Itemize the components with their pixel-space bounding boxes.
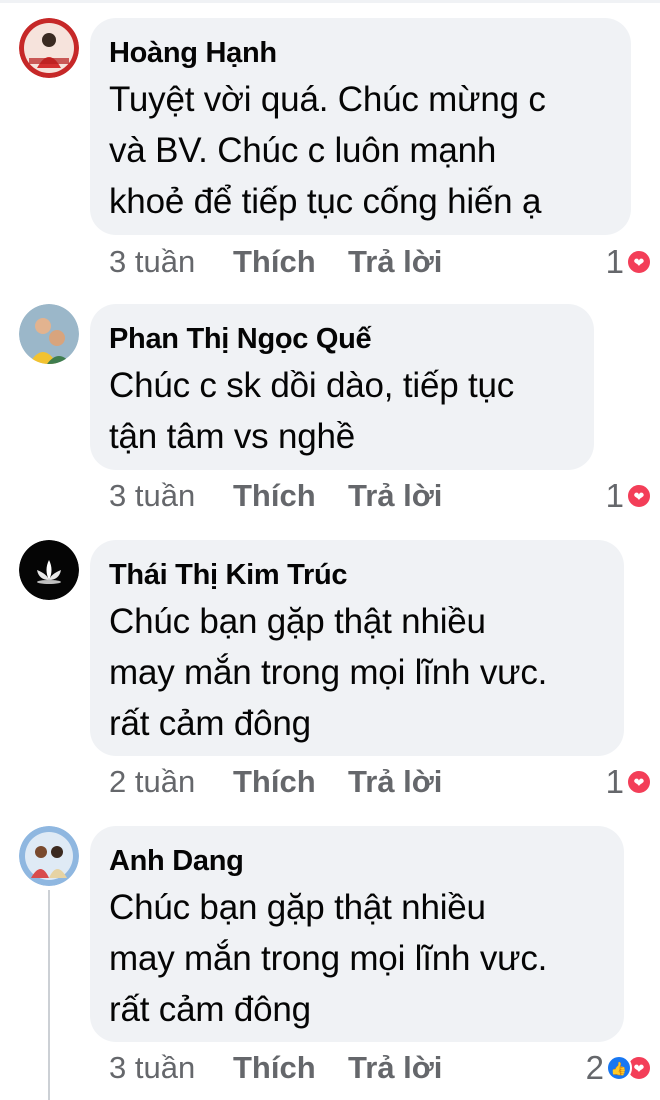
comment-bubble: Phan Thị Ngọc Quế Chúc c sk dồi dào, tiế…: [90, 304, 594, 470]
comment-actions: 3 tuần Thích Trả lời: [109, 242, 442, 282]
heart-icon: ❤: [626, 769, 652, 795]
top-divider: [0, 0, 660, 3]
heart-icon: ❤: [626, 249, 652, 275]
reaction-count: 1: [605, 763, 624, 800]
reaction-count: 1: [605, 477, 624, 514]
comment-text: Chúc bạn gặp thật nhiều may mắn trong mọ…: [109, 602, 548, 743]
comment-actions: 3 tuần Thích Trả lời: [109, 476, 442, 516]
comment-bubble: Thái Thị Kim Trúc Chúc bạn gặp thật nhiề…: [90, 540, 624, 756]
reply-button[interactable]: Trả lời: [348, 242, 442, 282]
like-button[interactable]: Thích: [233, 476, 348, 516]
comment-time[interactable]: 2 tuần: [109, 762, 233, 802]
avatar[interactable]: [19, 826, 79, 886]
avatar[interactable]: [19, 18, 79, 78]
comment-bubble: Anh Dang Chúc bạn gặp thật nhiều may mắn…: [90, 826, 624, 1042]
reply-button[interactable]: Trả lời: [348, 476, 442, 516]
comment-bubble: Hoàng Hạnh Tuyệt vời quá. Chúc mừng c và…: [90, 18, 631, 235]
avatar[interactable]: [19, 304, 79, 364]
avatar[interactable]: [19, 540, 79, 600]
reaction-summary[interactable]: 1 ❤: [606, 242, 652, 282]
comment-actions: 2 tuần Thích Trả lời: [109, 762, 442, 802]
comment-text: Tuyệt vời quá. Chúc mừng c và BV. Chúc c…: [109, 80, 546, 221]
heart-icon: ❤: [626, 483, 652, 509]
thread-line: [48, 890, 50, 1100]
reaction-summary[interactable]: 1 ❤: [606, 476, 652, 516]
comment-time[interactable]: 3 tuần: [109, 476, 233, 516]
reaction-summary[interactable]: 2 👍 ❤: [586, 1048, 652, 1088]
comment-text: Chúc c sk dồi dào, tiếp tục tận tâm vs n…: [109, 366, 515, 456]
comment-actions: 3 tuần Thích Trả lời: [109, 1048, 442, 1088]
comment-text: Chúc bạn gặp thật nhiều may mắn trong mọ…: [109, 888, 548, 1029]
comment-time[interactable]: 3 tuần: [109, 242, 233, 282]
reaction-count: 2: [585, 1049, 604, 1086]
like-button[interactable]: Thích: [233, 242, 348, 282]
reply-button[interactable]: Trả lời: [348, 762, 442, 802]
like-button[interactable]: Thích: [233, 1048, 348, 1088]
comment-author[interactable]: Thái Thị Kim Trúc: [109, 558, 604, 592]
reply-button[interactable]: Trả lời: [348, 1048, 442, 1088]
like-button[interactable]: Thích: [233, 762, 348, 802]
comment-author[interactable]: Phan Thị Ngọc Quế: [109, 322, 574, 356]
comment-author[interactable]: Anh Dang: [109, 844, 604, 878]
comment-author[interactable]: Hoàng Hạnh: [109, 36, 611, 70]
reaction-summary[interactable]: 1 ❤: [606, 762, 652, 802]
reaction-count: 1: [605, 243, 624, 280]
comment-time[interactable]: 3 tuần: [109, 1048, 233, 1088]
like-icon: 👍: [606, 1055, 632, 1081]
